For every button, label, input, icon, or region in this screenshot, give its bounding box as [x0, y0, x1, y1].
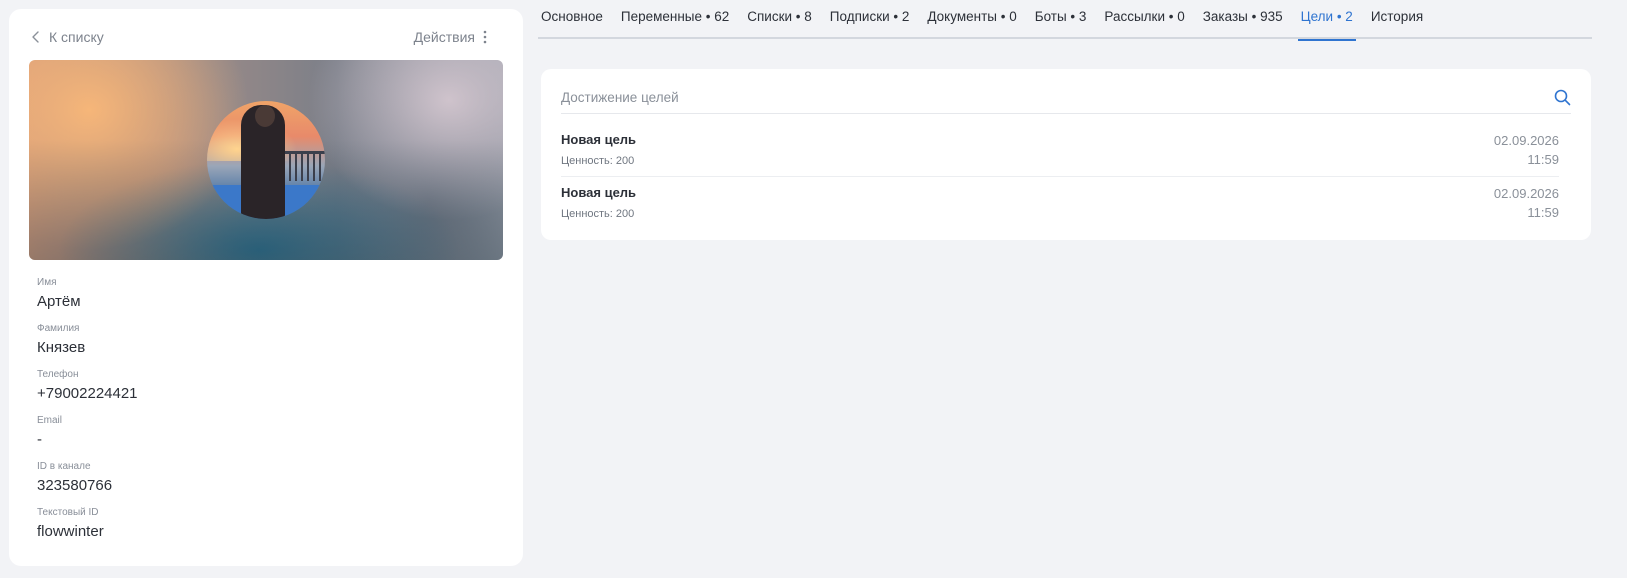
more-vertical-icon: [483, 30, 487, 44]
field-value: Артём: [37, 293, 81, 310]
actions-label: Действия: [413, 29, 475, 45]
avatar: [207, 101, 325, 219]
tab-mailings[interactable]: Рассылки • 0: [1101, 0, 1187, 39]
field-phone: Телефон +79002224421: [37, 369, 138, 415]
goals-card: Новая цель Ценность: 200 02.09.2026 11:5…: [541, 69, 1591, 240]
chevron-left-icon: [32, 31, 39, 43]
profile-card: К списку Действия Имя Артём Фамилия Княз…: [9, 9, 523, 566]
field-last-name: Фамилия Князев: [37, 323, 138, 369]
field-label: Email: [37, 415, 63, 426]
goal-name: Новая цель: [561, 185, 637, 200]
field-channel-id: ID в канале 323580766: [37, 461, 138, 507]
goal-datetime: 02.09.2026 11:59: [1494, 184, 1559, 230]
goal-time: 11:59: [1527, 205, 1559, 220]
tab-bots[interactable]: Боты • 3: [1032, 0, 1090, 39]
profile-cover: [29, 60, 503, 260]
tab-subscriptions[interactable]: Подписки • 2: [827, 0, 913, 39]
field-label: Фамилия: [37, 323, 80, 334]
goal-info: Новая цель Ценность: 200: [561, 124, 636, 176]
profile-fields: Имя Артём Фамилия Князев Телефон +790022…: [37, 277, 138, 553]
field-value: flowwinter: [37, 523, 104, 540]
goal-date: 02.09.2026: [1493, 186, 1559, 201]
field-label: Телефон: [37, 369, 79, 380]
tab-bar: Основное Переменные • 62 Списки • 8 Подп…: [538, 0, 1592, 41]
tab-main[interactable]: Основное: [538, 0, 606, 39]
search-icon[interactable]: [1554, 89, 1571, 106]
actions-button[interactable]: Действия: [414, 29, 487, 45]
tab-lists[interactable]: Списки • 8: [744, 0, 815, 39]
field-value: 323580766: [37, 477, 113, 494]
avatar-head: [255, 105, 275, 127]
tab-history[interactable]: История: [1368, 0, 1426, 39]
goal-datetime: 02.09.2026 11:59: [1494, 131, 1559, 176]
tab-orders[interactable]: Заказы • 935: [1200, 0, 1286, 39]
tab-goals[interactable]: Цели • 2: [1297, 0, 1357, 41]
field-label: Текстовый ID: [37, 507, 99, 518]
goal-value: Ценность: 200: [561, 155, 635, 167]
back-link-label: К списку: [49, 29, 104, 45]
tab-documents[interactable]: Документы • 0: [924, 0, 1019, 39]
goals-search-input[interactable]: [561, 89, 1461, 105]
goal-date: 02.09.2026: [1493, 133, 1559, 148]
tab-variables[interactable]: Переменные • 62: [618, 0, 732, 39]
goal-value: Ценность: 200: [561, 208, 635, 220]
list-item[interactable]: Новая цель Ценность: 200 02.09.2026 11:5…: [561, 124, 1559, 177]
list-item[interactable]: Новая цель Ценность: 200 02.09.2026 11:5…: [561, 177, 1559, 230]
field-value: +79002224421: [37, 385, 138, 402]
field-text-id: Текстовый ID flowwinter: [37, 507, 138, 553]
goal-info: Новая цель Ценность: 200: [561, 177, 636, 230]
goals-search-bar: [561, 81, 1571, 114]
back-to-list-link[interactable]: К списку: [29, 29, 104, 45]
field-first-name: Имя Артём: [37, 277, 138, 323]
field-email: Email -: [37, 415, 138, 461]
goal-time: 11:59: [1527, 152, 1559, 167]
field-value: -: [37, 431, 42, 448]
field-value: Князев: [37, 339, 86, 356]
field-label: Имя: [37, 277, 57, 288]
goal-name: Новая цель: [561, 132, 637, 147]
field-label: ID в канале: [37, 461, 91, 472]
